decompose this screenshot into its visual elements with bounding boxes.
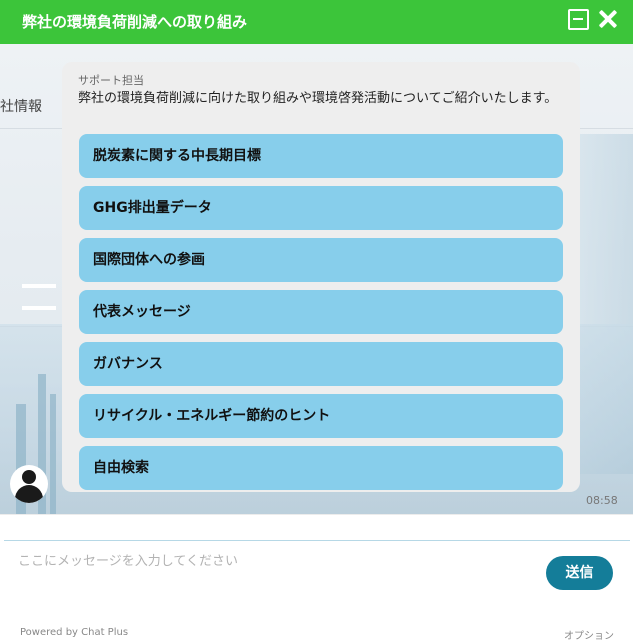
composer-divider [4,540,630,541]
option-button-decarbonization-goals[interactable]: 脱炭素に関する中長期目標 [79,134,563,178]
chat-title: 弊社の環境負荷削減への取り組み [22,13,248,31]
message-sender: サポート担当 [78,74,144,87]
background-dash [22,284,56,288]
message-text: 弊社の環境負荷削減に向けた取り組みや環境啓発活動についてご紹介いたします。 [78,91,558,106]
person-icon-body [15,485,43,503]
person-icon [22,470,36,484]
option-button-international-orgs[interactable]: 国際団体への参画 [79,238,563,282]
background-company-info-text: 社情報 [0,99,42,115]
chat-title-bar: 弊社の環境負荷削減への取り組み [0,0,633,44]
background-dash [22,306,56,310]
options-link[interactable]: オプション [564,627,614,640]
option-button-ghg-emissions-data[interactable]: GHG排出量データ [79,186,563,230]
send-button[interactable]: 送信 [546,556,613,590]
option-button-recycling-tips[interactable]: リサイクル・エネルギー節約のヒント [79,394,563,438]
option-button-free-search[interactable]: 自由検索 [79,446,563,490]
background-tower [50,394,56,514]
powered-by-text[interactable]: Powered by Chat Plus [20,627,128,638]
message-input[interactable] [16,548,540,574]
option-button-ceo-message[interactable]: 代表メッセージ [79,290,563,334]
composer-top-divider [0,514,633,515]
close-button[interactable] [597,8,619,30]
minimize-button[interactable] [567,8,589,30]
option-button-governance[interactable]: ガバナンス [79,342,563,386]
agent-avatar [10,465,48,503]
message-bubble: サポート担当 弊社の環境負荷削減に向けた取り組みや環境啓発活動についてご紹介いた… [62,62,580,492]
message-composer: 送信 Powered by Chat Plus オプション [0,514,633,640]
message-timestamp: 08:58 [586,494,618,507]
minimize-icon-bar [573,18,583,20]
